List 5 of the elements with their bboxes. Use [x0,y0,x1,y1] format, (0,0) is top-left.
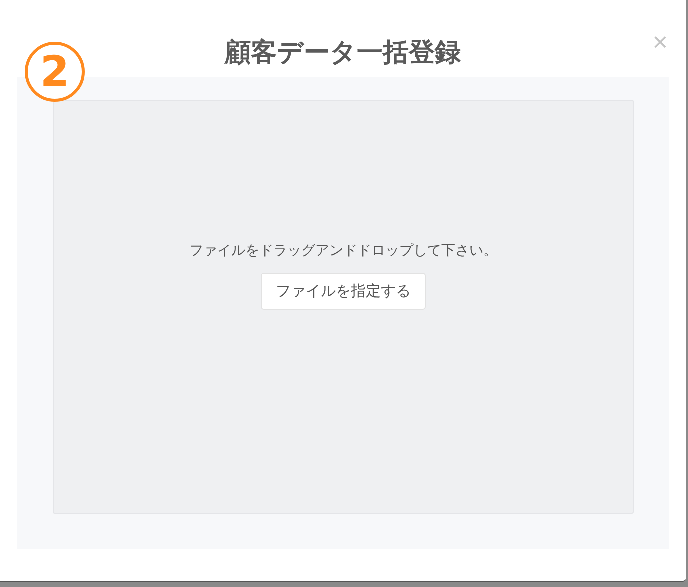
choose-file-button[interactable]: ファイルを指定する [261,273,426,310]
drop-instruction: ファイルをドラッグアンドドロップして下さい。 [190,242,498,261]
drop-zone[interactable]: ファイルをドラッグアンドドロップして下さい。 ファイルを指定する [53,100,634,514]
dialog-title: 顧客データ一括登録 [225,37,461,70]
step-number-badge: 2 [25,42,85,102]
